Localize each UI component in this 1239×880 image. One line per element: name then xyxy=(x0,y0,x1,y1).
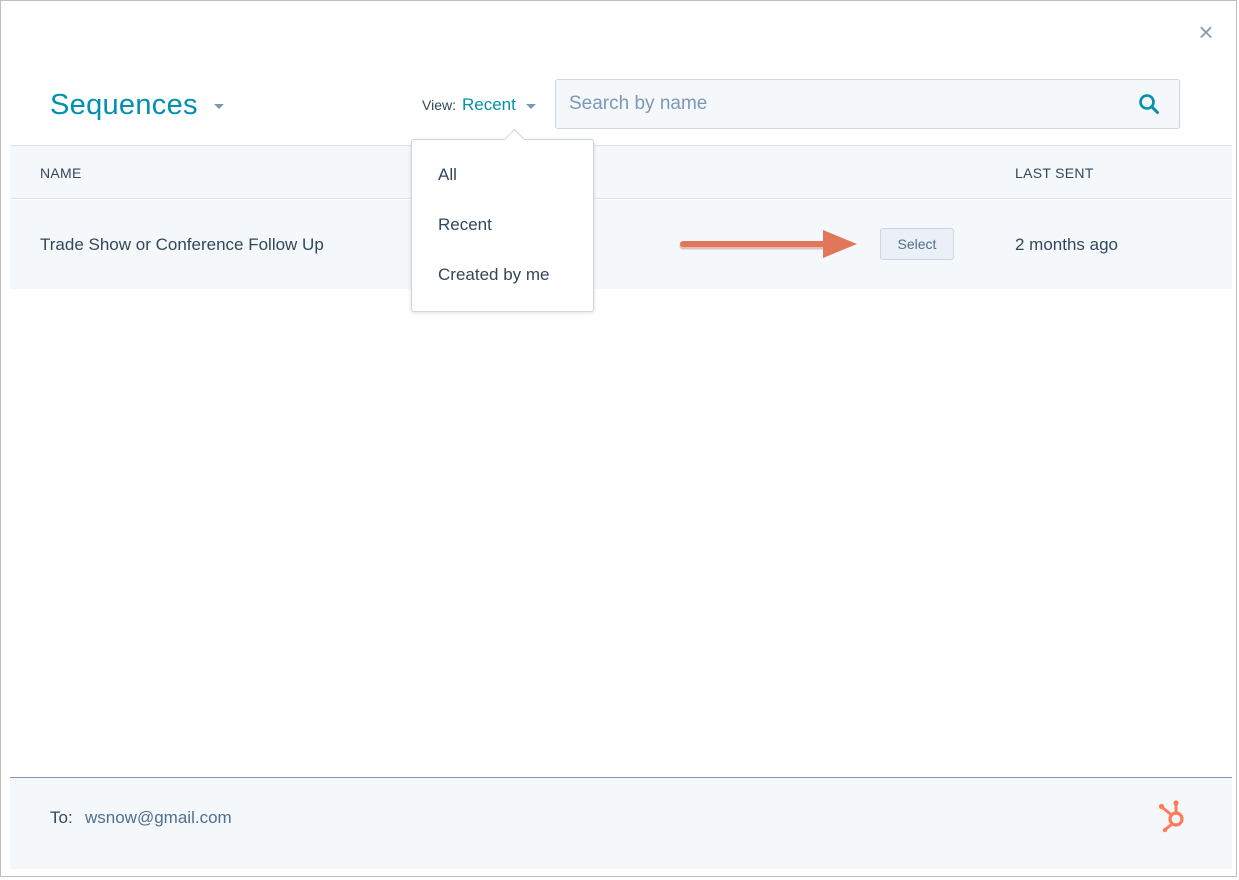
column-header-name: NAME xyxy=(40,165,82,181)
select-button[interactable]: Select xyxy=(880,228,954,260)
chevron-down-icon xyxy=(525,103,536,109)
recipient-label: To: xyxy=(50,808,73,827)
sequences-modal: × Sequences View: Recent NAME LAST SENT … xyxy=(0,0,1237,877)
close-icon[interactable]: × xyxy=(1193,19,1219,45)
sequence-name: Trade Show or Conference Follow Up xyxy=(40,235,324,254)
recipient-email: wsnow@gmail.com xyxy=(85,808,232,827)
hubspot-logo-icon xyxy=(1158,800,1184,833)
table-row[interactable]: Trade Show or Conference Follow Up Selec… xyxy=(10,200,1232,289)
search-input[interactable] xyxy=(556,79,1137,129)
page-title: Sequences xyxy=(50,88,198,121)
search-icon[interactable] xyxy=(1137,92,1161,116)
annotation-arrow-icon xyxy=(679,230,857,258)
chevron-down-icon xyxy=(213,103,224,109)
view-filter[interactable]: View: Recent xyxy=(422,93,536,117)
view-dropdown-menu: All Recent Created by me xyxy=(411,128,594,312)
view-label: View: xyxy=(422,97,456,113)
search-box xyxy=(555,79,1180,129)
menu-item-all[interactable]: All xyxy=(412,150,593,200)
column-header-last-sent: LAST SENT xyxy=(1015,165,1094,181)
view-value: Recent xyxy=(461,95,516,114)
table-header: NAME LAST SENT xyxy=(10,145,1232,199)
menu-item-created-by-me[interactable]: Created by me xyxy=(412,250,593,300)
footer: To: wsnow@gmail.com xyxy=(10,777,1232,869)
last-sent-value: 2 months ago xyxy=(1015,235,1119,254)
menu-item-recent[interactable]: Recent xyxy=(412,200,593,250)
dropdown-pointer xyxy=(503,128,526,151)
sequences-title-dropdown[interactable]: Sequences xyxy=(50,85,224,125)
